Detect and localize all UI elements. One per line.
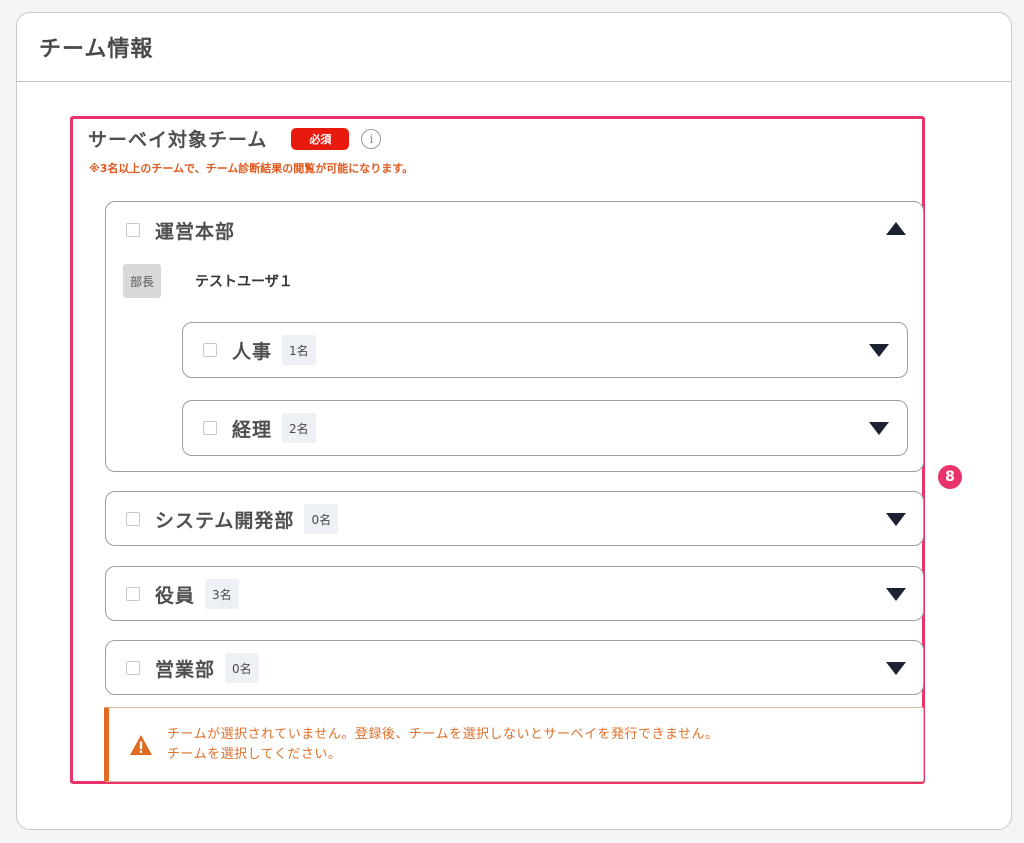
member-name: テストユーザ１: [195, 274, 293, 290]
warning-icon: [130, 735, 152, 755]
warning-text: チームが選択されていません。登録後、チームを選択しないとサーベイを発行できません…: [167, 725, 719, 765]
team-row-eigyo: 営業部 0名: [126, 653, 259, 683]
team-name: 経理: [232, 418, 273, 441]
team-checkbox-keiri[interactable]: [203, 421, 217, 435]
warning-line-1: チームが選択されていません。登録後、チームを選択しないとサーベイを発行できません…: [167, 727, 719, 742]
team-name: 営業部: [155, 658, 216, 681]
section-title: サーベイ対象チーム: [88, 129, 268, 151]
team-row-jinji: 人事 1名: [203, 335, 316, 365]
role-badge: 部長: [123, 264, 161, 298]
team-row-unei: 運営本部: [126, 216, 235, 244]
step-marker: 8: [938, 465, 962, 489]
section-header: サーベイ対象チーム 必須 i: [88, 125, 382, 152]
team-name: 役員: [155, 584, 196, 607]
expand-caret-icon[interactable]: [886, 662, 906, 675]
team-checkbox-eigyo[interactable]: [126, 661, 140, 675]
team-checkbox-yakuin[interactable]: [126, 587, 140, 601]
expand-caret-icon[interactable]: [886, 513, 906, 526]
team-group-keiri: 経理 2名: [182, 400, 908, 456]
team-name: 人事: [232, 340, 273, 363]
team-checkbox-system[interactable]: [126, 512, 140, 526]
team-name: 運営本部: [155, 220, 236, 243]
team-group-jinji: 人事 1名: [182, 322, 908, 378]
collapse-caret-icon[interactable]: [886, 222, 906, 235]
card-header: チーム情報: [17, 13, 1011, 82]
team-name: システム開発部: [155, 509, 295, 532]
team-group-eigyo: 営業部 0名: [105, 640, 924, 695]
warning-alert: チームが選択されていません。登録後、チームを選択しないとサーベイを発行できません…: [104, 707, 924, 782]
member-count-badge: 0名: [304, 504, 339, 534]
member-count-badge: 2名: [282, 413, 316, 443]
member-count-badge: 3名: [205, 579, 239, 609]
expand-caret-icon[interactable]: [869, 344, 889, 357]
team-row-yakuin: 役員 3名: [126, 579, 239, 609]
expand-caret-icon[interactable]: [869, 422, 889, 435]
team-group-unei: 運営本部 部長 テストユーザ１ 人事 1名 経理 2名: [105, 201, 924, 472]
member-count-badge: 1名: [282, 335, 316, 365]
warning-line-2: チームを選択してください。: [167, 747, 342, 762]
team-group-system: システム開発部 0名: [105, 491, 924, 546]
team-row-system: システム開発部 0名: [126, 504, 339, 534]
section-note: ※3名以上のチームで、チーム診断結果の閲覧が可能になります。: [89, 162, 414, 175]
card-title: チーム情報: [39, 37, 154, 62]
required-badge: 必須: [291, 127, 350, 150]
expand-caret-icon[interactable]: [886, 588, 906, 601]
team-row-keiri: 経理 2名: [203, 413, 316, 443]
team-group-yakuin: 役員 3名: [105, 566, 924, 621]
member-count-badge: 0名: [225, 653, 259, 683]
team-checkbox-jinji[interactable]: [203, 343, 217, 357]
team-checkbox-unei[interactable]: [126, 223, 140, 237]
info-icon[interactable]: i: [361, 128, 382, 149]
